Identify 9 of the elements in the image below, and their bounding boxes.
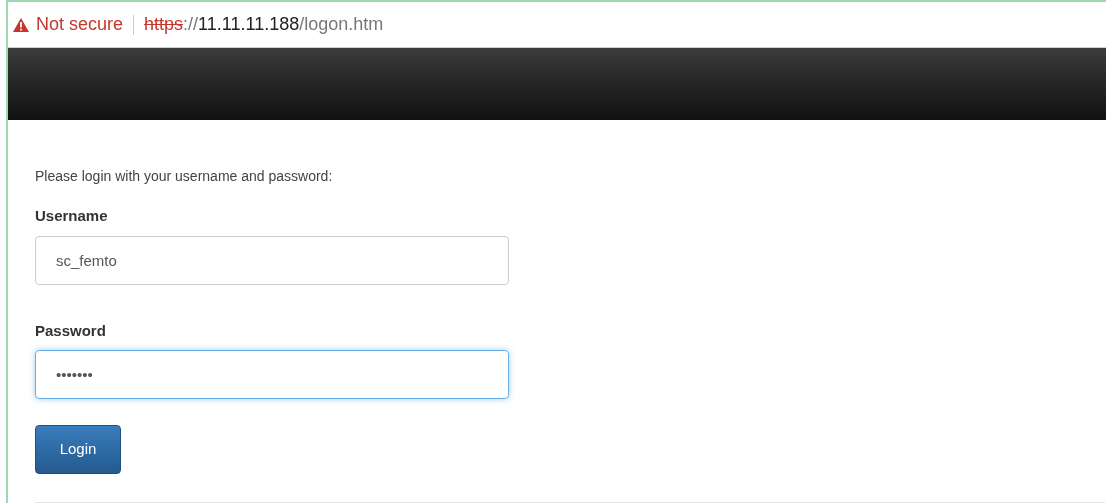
security-label: Not secure — [36, 13, 124, 37]
field-label: Username — [35, 206, 108, 226]
instruction-text: Please login with your username and password: — [35, 167, 334, 186]
field-label: Password — [35, 320, 106, 341]
input-field[interactable]: ••••••• — [35, 350, 509, 399]
warning-icon — [12, 16, 30, 33]
input-field[interactable]: sc_femto — [35, 235, 509, 285]
url-text: https://11.11.11.188/logon.htm — [144, 13, 384, 37]
login-button[interactable]: Login — [35, 425, 121, 474]
